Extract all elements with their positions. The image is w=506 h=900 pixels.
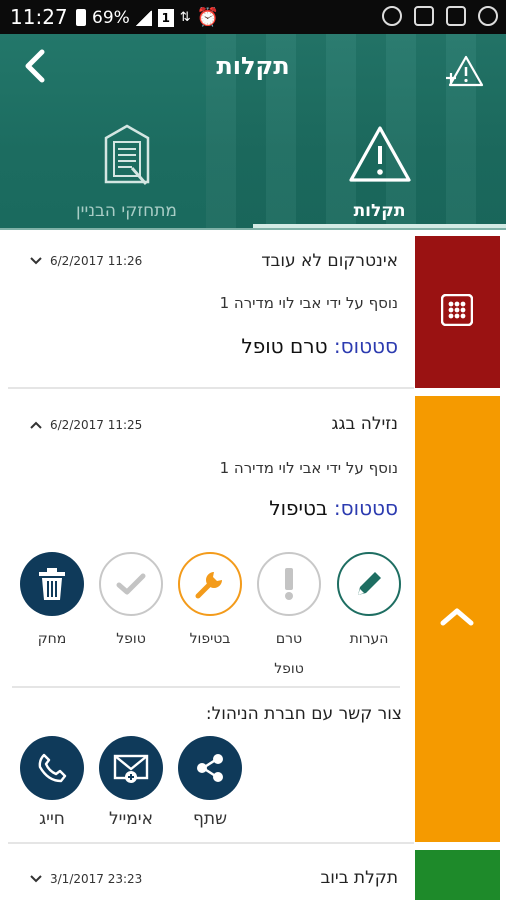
- trash-icon: [39, 568, 65, 600]
- email-button[interactable]: אימייל: [99, 736, 163, 834]
- fault-date-row[interactable]: 6/2/2017 11:26: [30, 254, 142, 268]
- email-circle[interactable]: [99, 736, 163, 800]
- keypad-icon: [441, 294, 473, 326]
- call-button[interactable]: חייג: [20, 736, 84, 834]
- status-left-icons: 69% 1 ⇅ ⏰: [76, 7, 219, 28]
- not-handled-button[interactable]: טרם טופל: [257, 552, 321, 684]
- signal-icon: [135, 9, 152, 26]
- check-icon: [116, 573, 146, 595]
- alarm-icon: [382, 6, 402, 26]
- tab-divider: [0, 228, 506, 230]
- fault-date: 6/2/2017 11:26: [50, 254, 143, 268]
- divider: [8, 387, 414, 389]
- wrench-icon: [195, 572, 222, 599]
- status-bar-done[interactable]: [415, 850, 500, 900]
- status-bar-new[interactable]: [415, 236, 500, 388]
- fault-item[interactable]: 6/2/2017 11:26 אינטרקום לא עובד נוסף על …: [0, 236, 506, 388]
- delete-circle[interactable]: [20, 552, 84, 616]
- status-value: טרם טופל: [241, 334, 328, 358]
- battery-percent: 69%: [92, 7, 130, 28]
- fault-date-row[interactable]: 3/1/2017 23:23: [30, 872, 142, 886]
- tab-building-maintainers[interactable]: מתחזקי הבניין: [0, 118, 253, 230]
- alarm-icon: ⏰: [196, 7, 220, 28]
- add-fault-icon[interactable]: [444, 54, 484, 88]
- fault-title: תקלת ביוב: [320, 868, 398, 888]
- call-label: חייג: [39, 809, 65, 829]
- divider: [8, 842, 414, 844]
- fault-content: 3/1/2017 23:23 תקלת ביוב: [8, 850, 414, 900]
- status-value: בטיפול: [269, 496, 328, 520]
- chevron-down-icon[interactable]: [30, 257, 42, 265]
- fault-content: 6/2/2017 11:26 אינטרקום לא עובד נוסף על …: [8, 236, 414, 388]
- fault-date: 6/2/2017 11:25: [50, 418, 143, 432]
- fault-status: סטטוס: בטיפול: [269, 496, 398, 520]
- handled-button[interactable]: טופל: [99, 552, 163, 654]
- sim-icon: 1: [157, 8, 174, 27]
- battery-icon: [76, 9, 86, 26]
- call-circle[interactable]: [20, 736, 84, 800]
- chevron-up-icon[interactable]: [439, 606, 475, 626]
- delete-label: מחק: [37, 631, 67, 647]
- fault-added-by: נוסף על ידי אבי לוי מדירה 1: [219, 294, 398, 312]
- in-progress-circle[interactable]: [178, 552, 242, 616]
- email-icon: [113, 754, 149, 783]
- share-button[interactable]: שתף: [178, 736, 242, 834]
- notes-label: הערות: [349, 631, 389, 647]
- fault-title: אינטרקום לא עובד: [261, 251, 398, 271]
- phone-icon: [38, 753, 67, 783]
- faults-list: 6/2/2017 11:26 אינטרקום לא עובד נוסף על …: [0, 236, 506, 900]
- pencil-icon: [358, 572, 381, 595]
- tab-label-faults: תקלות: [353, 201, 406, 221]
- exclamation-icon: [285, 568, 293, 600]
- fault-actions: מחק טופל בטיפול טרם טופל הערות: [20, 552, 404, 682]
- not-handled-circle[interactable]: [257, 552, 321, 616]
- not-handled-label: טרם טופל: [274, 631, 304, 677]
- fault-item[interactable]: 3/1/2017 23:23 תקלת ביוב: [0, 850, 506, 900]
- fault-status: סטטוס: טרם טופל: [241, 334, 398, 358]
- handled-label: טופל: [116, 631, 146, 647]
- status-bar: 11:27 69% 1 ⇅ ⏰: [0, 0, 506, 34]
- alarm-icon: [478, 6, 498, 26]
- tab-label-building-maintainers: מתחזקי הבניין: [76, 201, 177, 221]
- contact-title: צור קשר עם חברת הניהול:: [205, 704, 402, 724]
- status-time: 11:27: [10, 5, 68, 29]
- fault-title: נזילה בגג: [331, 414, 398, 434]
- share-circle[interactable]: [178, 736, 242, 800]
- email-label: אימייל: [109, 809, 153, 829]
- warning-icon: [348, 126, 411, 182]
- delete-button[interactable]: מחק: [20, 552, 84, 654]
- handled-circle[interactable]: [99, 552, 163, 616]
- status-key: סטטוס:: [333, 334, 398, 358]
- tab-faults[interactable]: תקלות: [253, 118, 506, 230]
- building-checklist-icon: [104, 124, 149, 185]
- chevron-down-icon[interactable]: [30, 875, 42, 883]
- divider: [12, 686, 400, 688]
- data-icon: ⇅: [179, 10, 191, 25]
- app-header: תקלות מתחזקי הבניין תקלות: [0, 34, 506, 230]
- fault-item-expanded[interactable]: 6/2/2017 11:25 נזילה בגג נוסף על ידי אבי…: [0, 396, 506, 842]
- in-progress-label: בטיפול: [189, 631, 231, 647]
- in-progress-button[interactable]: בטיפול: [178, 552, 242, 654]
- tab-bar: מתחזקי הבניין תקלות: [0, 118, 506, 230]
- fault-date: 3/1/2017 23:23: [50, 872, 143, 886]
- notes-button[interactable]: הערות: [337, 552, 401, 654]
- status-bar-in-progress[interactable]: [415, 396, 500, 842]
- page-title: תקלות: [216, 52, 290, 80]
- status-key: סטטוס:: [333, 496, 398, 520]
- gallery-icon: [446, 6, 466, 26]
- fault-added-by: נוסף על ידי אבי לוי מדירה 1: [219, 459, 398, 477]
- contact-actions: חייג אימייל שתף: [20, 736, 260, 836]
- share-label: שתף: [192, 809, 228, 829]
- share-icon: [197, 754, 223, 782]
- notification-icon: [414, 6, 434, 26]
- status-right-icons: [382, 6, 498, 26]
- chevron-up-icon[interactable]: [30, 421, 42, 429]
- notes-circle[interactable]: [337, 552, 401, 616]
- fault-date-row[interactable]: 6/2/2017 11:25: [30, 418, 142, 432]
